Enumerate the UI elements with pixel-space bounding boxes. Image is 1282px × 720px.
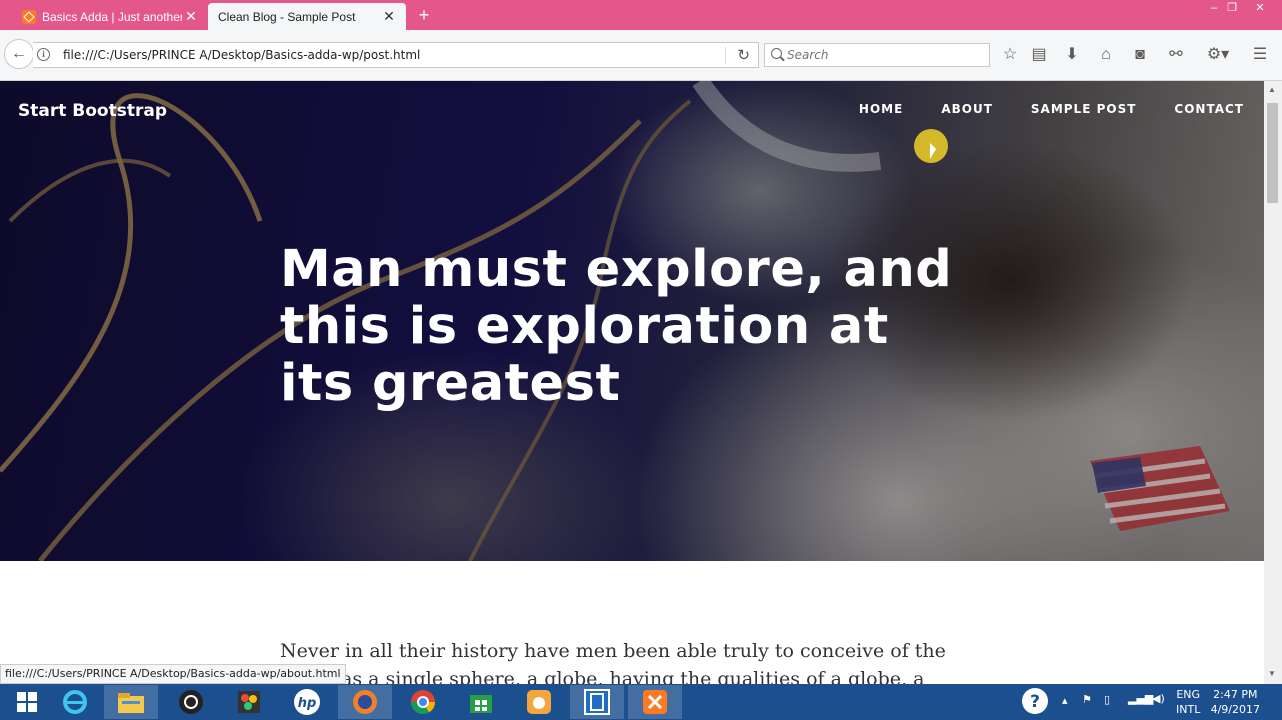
post-body-text: Never in all their history have men been… bbox=[280, 640, 946, 684]
hero-header: Start Bootstrap HOME ABOUT SAMPLE POST C… bbox=[0, 81, 1264, 561]
paint-icon[interactable] bbox=[222, 685, 276, 719]
system-clock[interactable]: 2:47 PM 4/9/2017 bbox=[1211, 687, 1260, 717]
media-player-icon[interactable] bbox=[164, 685, 218, 719]
clock-time: 2:47 PM bbox=[1213, 688, 1258, 701]
keyboard-layout: INTL bbox=[1176, 703, 1201, 716]
nav-home-link[interactable]: HOME bbox=[859, 102, 903, 116]
restore-icon[interactable]: ❐ bbox=[1222, 0, 1242, 16]
url-text[interactable]: file:///C:/Users/PRINCE A/Desktop/Basics… bbox=[63, 48, 420, 62]
close-tab-icon[interactable]: ✕ bbox=[182, 8, 200, 25]
nav-sample-post-link[interactable]: SAMPLE POST bbox=[1031, 102, 1137, 116]
search-box[interactable] bbox=[764, 43, 990, 67]
scrollbar-thumb[interactable] bbox=[1267, 103, 1278, 203]
tab-title: Basics Adda | Just another W bbox=[42, 9, 182, 24]
hp-icon[interactable]: hp bbox=[280, 685, 334, 719]
battery-icon[interactable]: ▯ bbox=[1104, 693, 1110, 706]
sync-icon[interactable]: ⚯ bbox=[1165, 44, 1187, 66]
new-tab-plus-icon[interactable]: + bbox=[414, 4, 434, 26]
mouse-pointer-icon bbox=[930, 143, 936, 159]
bookmark-star-icon[interactable]: ☆ bbox=[999, 44, 1021, 66]
reload-icon[interactable]: ↻ bbox=[737, 46, 750, 64]
nav-about-link[interactable]: ABOUT bbox=[941, 102, 993, 116]
extension-dropdown-icon[interactable]: ⚙▾ bbox=[1203, 44, 1233, 66]
file-explorer-icon[interactable] bbox=[104, 685, 158, 719]
app-blue-icon[interactable] bbox=[570, 685, 624, 719]
address-bar[interactable]: i file:///C:/Users/PRINCE A/Desktop/Basi… bbox=[33, 42, 759, 68]
store-icon[interactable] bbox=[454, 685, 508, 719]
info-icon[interactable]: i bbox=[37, 48, 50, 61]
chrome-icon[interactable] bbox=[396, 685, 450, 719]
uc-browser-icon[interactable] bbox=[512, 685, 566, 719]
magnifier-icon bbox=[771, 48, 782, 59]
help-icon[interactable]: ? bbox=[1020, 686, 1050, 719]
site-nav: HOME ABOUT SAMPLE POST CONTACT bbox=[821, 102, 1244, 116]
svg-text:hp: hp bbox=[298, 696, 317, 711]
hamburger-menu-icon[interactable]: ☰ bbox=[1249, 44, 1271, 66]
page-viewport: Start Bootstrap HOME ABOUT SAMPLE POST C… bbox=[0, 81, 1264, 684]
firefox-icon[interactable] bbox=[338, 685, 392, 719]
svg-text:?: ? bbox=[1030, 692, 1040, 712]
status-link-preview: file:///C:/Users/PRINCE A/Desktop/Basics… bbox=[0, 664, 346, 684]
bookmarks-library-icon[interactable]: ▤ bbox=[1028, 44, 1050, 66]
tab-title: Clean Blog - Sample Post bbox=[218, 9, 356, 24]
tab-clean-blog[interactable]: Clean Blog - Sample Post ✕ bbox=[208, 3, 406, 30]
site-brand-link[interactable]: Start Bootstrap bbox=[18, 101, 167, 121]
show-hidden-icons-icon[interactable]: ▴ bbox=[1062, 694, 1068, 707]
vertical-scrollbar[interactable]: ▲ ▼ bbox=[1264, 81, 1282, 684]
windows-start-icon[interactable] bbox=[0, 685, 54, 719]
xampp-icon[interactable] bbox=[628, 685, 682, 719]
home-icon[interactable]: ⌂ bbox=[1095, 44, 1117, 66]
volume-icon[interactable]: ◀) bbox=[1152, 692, 1165, 705]
network-icon[interactable]: ▂▄▆ bbox=[1128, 692, 1153, 705]
post-heading: Man must explore, and this is exploratio… bbox=[280, 240, 953, 413]
windows-taskbar: hp ? ▴ ⚑ ▯ ▂▄▆ ◀) ENG INTL 2:47 PM 4/9/2… bbox=[0, 684, 1282, 720]
scroll-down-arrow-icon[interactable]: ▼ bbox=[1268, 669, 1276, 678]
nav-contact-link[interactable]: CONTACT bbox=[1174, 102, 1244, 116]
navigation-toolbar: ← i file:///C:/Users/PRINCE A/Desktop/Ba… bbox=[0, 30, 1282, 81]
download-arrow-icon[interactable]: ⬇ bbox=[1061, 44, 1083, 66]
divider bbox=[725, 47, 726, 64]
tab-basics-adda[interactable]: Basics Adda | Just another W ✕ bbox=[14, 3, 208, 30]
input-language[interactable]: ENG INTL bbox=[1176, 687, 1200, 717]
scroll-up-arrow-icon[interactable]: ▲ bbox=[1268, 85, 1276, 94]
internet-explorer-icon[interactable] bbox=[48, 685, 102, 719]
xampp-favicon-icon bbox=[22, 9, 36, 24]
pocket-icon[interactable]: ◙ bbox=[1129, 44, 1151, 66]
close-window-icon[interactable]: ✕ bbox=[1250, 0, 1270, 16]
minimize-icon[interactable]: – bbox=[1204, 0, 1224, 16]
close-tab-icon[interactable]: ✕ bbox=[380, 8, 398, 25]
search-input[interactable] bbox=[787, 47, 977, 63]
clock-date: 4/9/2017 bbox=[1210, 703, 1260, 716]
tab-strip: Basics Adda | Just another W ✕ Clean Blo… bbox=[0, 0, 1282, 30]
back-arrow-icon[interactable]: ← bbox=[4, 39, 34, 69]
flag-icon[interactable]: ⚑ bbox=[1082, 693, 1092, 706]
language-code: ENG bbox=[1176, 688, 1201, 701]
